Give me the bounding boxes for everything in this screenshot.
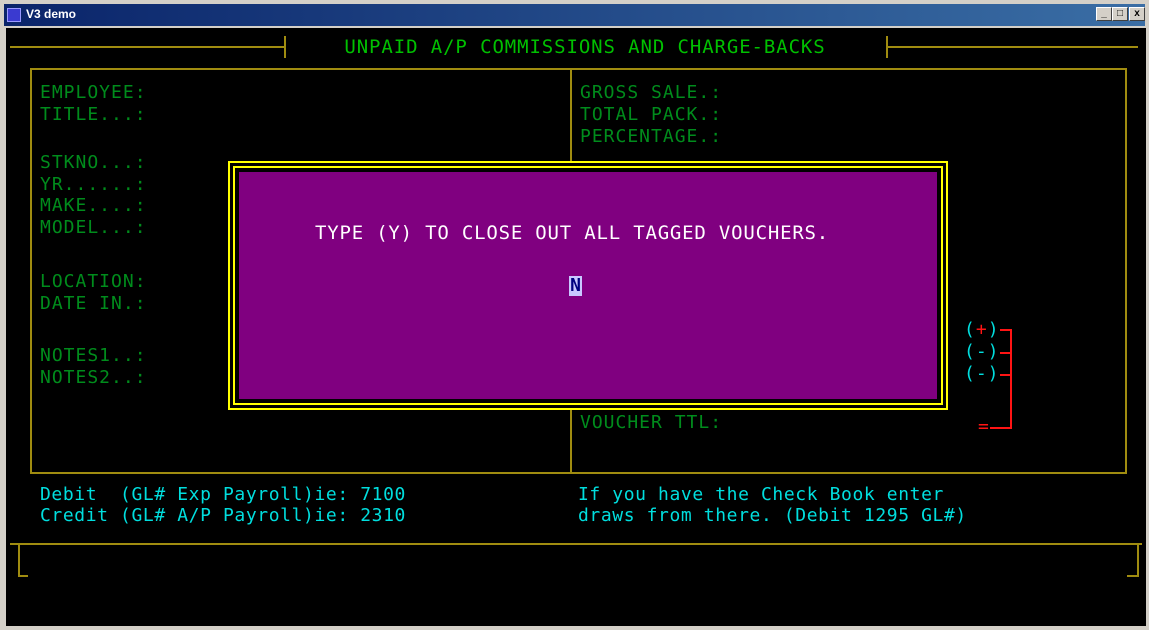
debit-info: Debit (GL# Exp Payroll)ie: 7100 [40, 484, 406, 505]
dialog-body: TYPE (Y) TO CLOSE OUT ALL TAGGED VOUCHER… [239, 172, 937, 399]
make-label: MAKE....: [40, 195, 147, 216]
minimize-button[interactable]: _ [1096, 7, 1112, 21]
title-bar: V3 demo _ □ x [4, 4, 1145, 26]
gross-sale-label: GROSS SALE.: [580, 82, 723, 103]
voucher-total-label: VOUCHER TTL: [580, 412, 723, 433]
frame-line [30, 68, 1127, 70]
total-pack-label: TOTAL PACK.: [580, 104, 723, 125]
notes2-label: NOTES2..: [40, 367, 147, 388]
frame-line [1137, 543, 1139, 575]
date-in-label: DATE IN.: [40, 293, 147, 314]
dialog-message: TYPE (Y) TO CLOSE OUT ALL TAGGED VOUCHER… [315, 222, 830, 244]
notes1-label: NOTES1..: [40, 345, 147, 366]
screen-title: UNPAID A/P COMMISSIONS AND CHARGE-BACKS [288, 36, 882, 58]
check-book-note-1: If you have the Check Book enter [578, 484, 944, 505]
minus-sign-1: (-) [964, 341, 1000, 362]
frame-line [30, 472, 1127, 474]
equals-sign: = [978, 416, 990, 437]
stkno-label: STKNO...: [40, 152, 147, 173]
maximize-button[interactable]: □ [1112, 7, 1128, 21]
app-icon [7, 8, 21, 22]
window-title: V3 demo [26, 7, 77, 21]
frame-line [888, 46, 1138, 48]
frame-line [10, 46, 284, 48]
check-book-note-2: draws from there. (Debit 1295 GL#) [578, 505, 967, 526]
yr-label: YR......: [40, 174, 147, 195]
title-label: TITLE...: [40, 104, 147, 125]
confirm-input[interactable]: N [569, 276, 582, 296]
minus-sign-2: (-) [964, 363, 1000, 384]
frame-line [10, 543, 1142, 545]
location-label: LOCATION: [40, 271, 147, 292]
model-label: MODEL...: [40, 217, 147, 238]
percentage-label: PERCENTAGE.: [580, 126, 723, 147]
plus-symbol: + [975, 319, 988, 340]
confirm-dialog: TYPE (Y) TO CLOSE OUT ALL TAGGED VOUCHER… [228, 161, 948, 410]
terminal-screen[interactable]: UNPAID A/P COMMISSIONS AND CHARGE-BACKS … [6, 28, 1146, 626]
frame-line [30, 68, 32, 473]
bracket-vertical [1010, 329, 1012, 428]
frame-line [1127, 575, 1139, 577]
plus-sign: (+) [964, 319, 1000, 340]
close-button[interactable]: x [1129, 7, 1145, 21]
frame-line [18, 575, 28, 577]
credit-info: Credit (GL# A/P Payroll)ie: 2310 [40, 505, 406, 526]
frame-line [18, 543, 20, 575]
frame-line [1125, 68, 1127, 473]
frame-line [284, 36, 286, 58]
dialog-border: TYPE (Y) TO CLOSE OUT ALL TAGGED VOUCHER… [233, 166, 943, 405]
bracket-bottom [990, 427, 1012, 429]
employee-label: EMPLOYEE: [40, 82, 147, 103]
